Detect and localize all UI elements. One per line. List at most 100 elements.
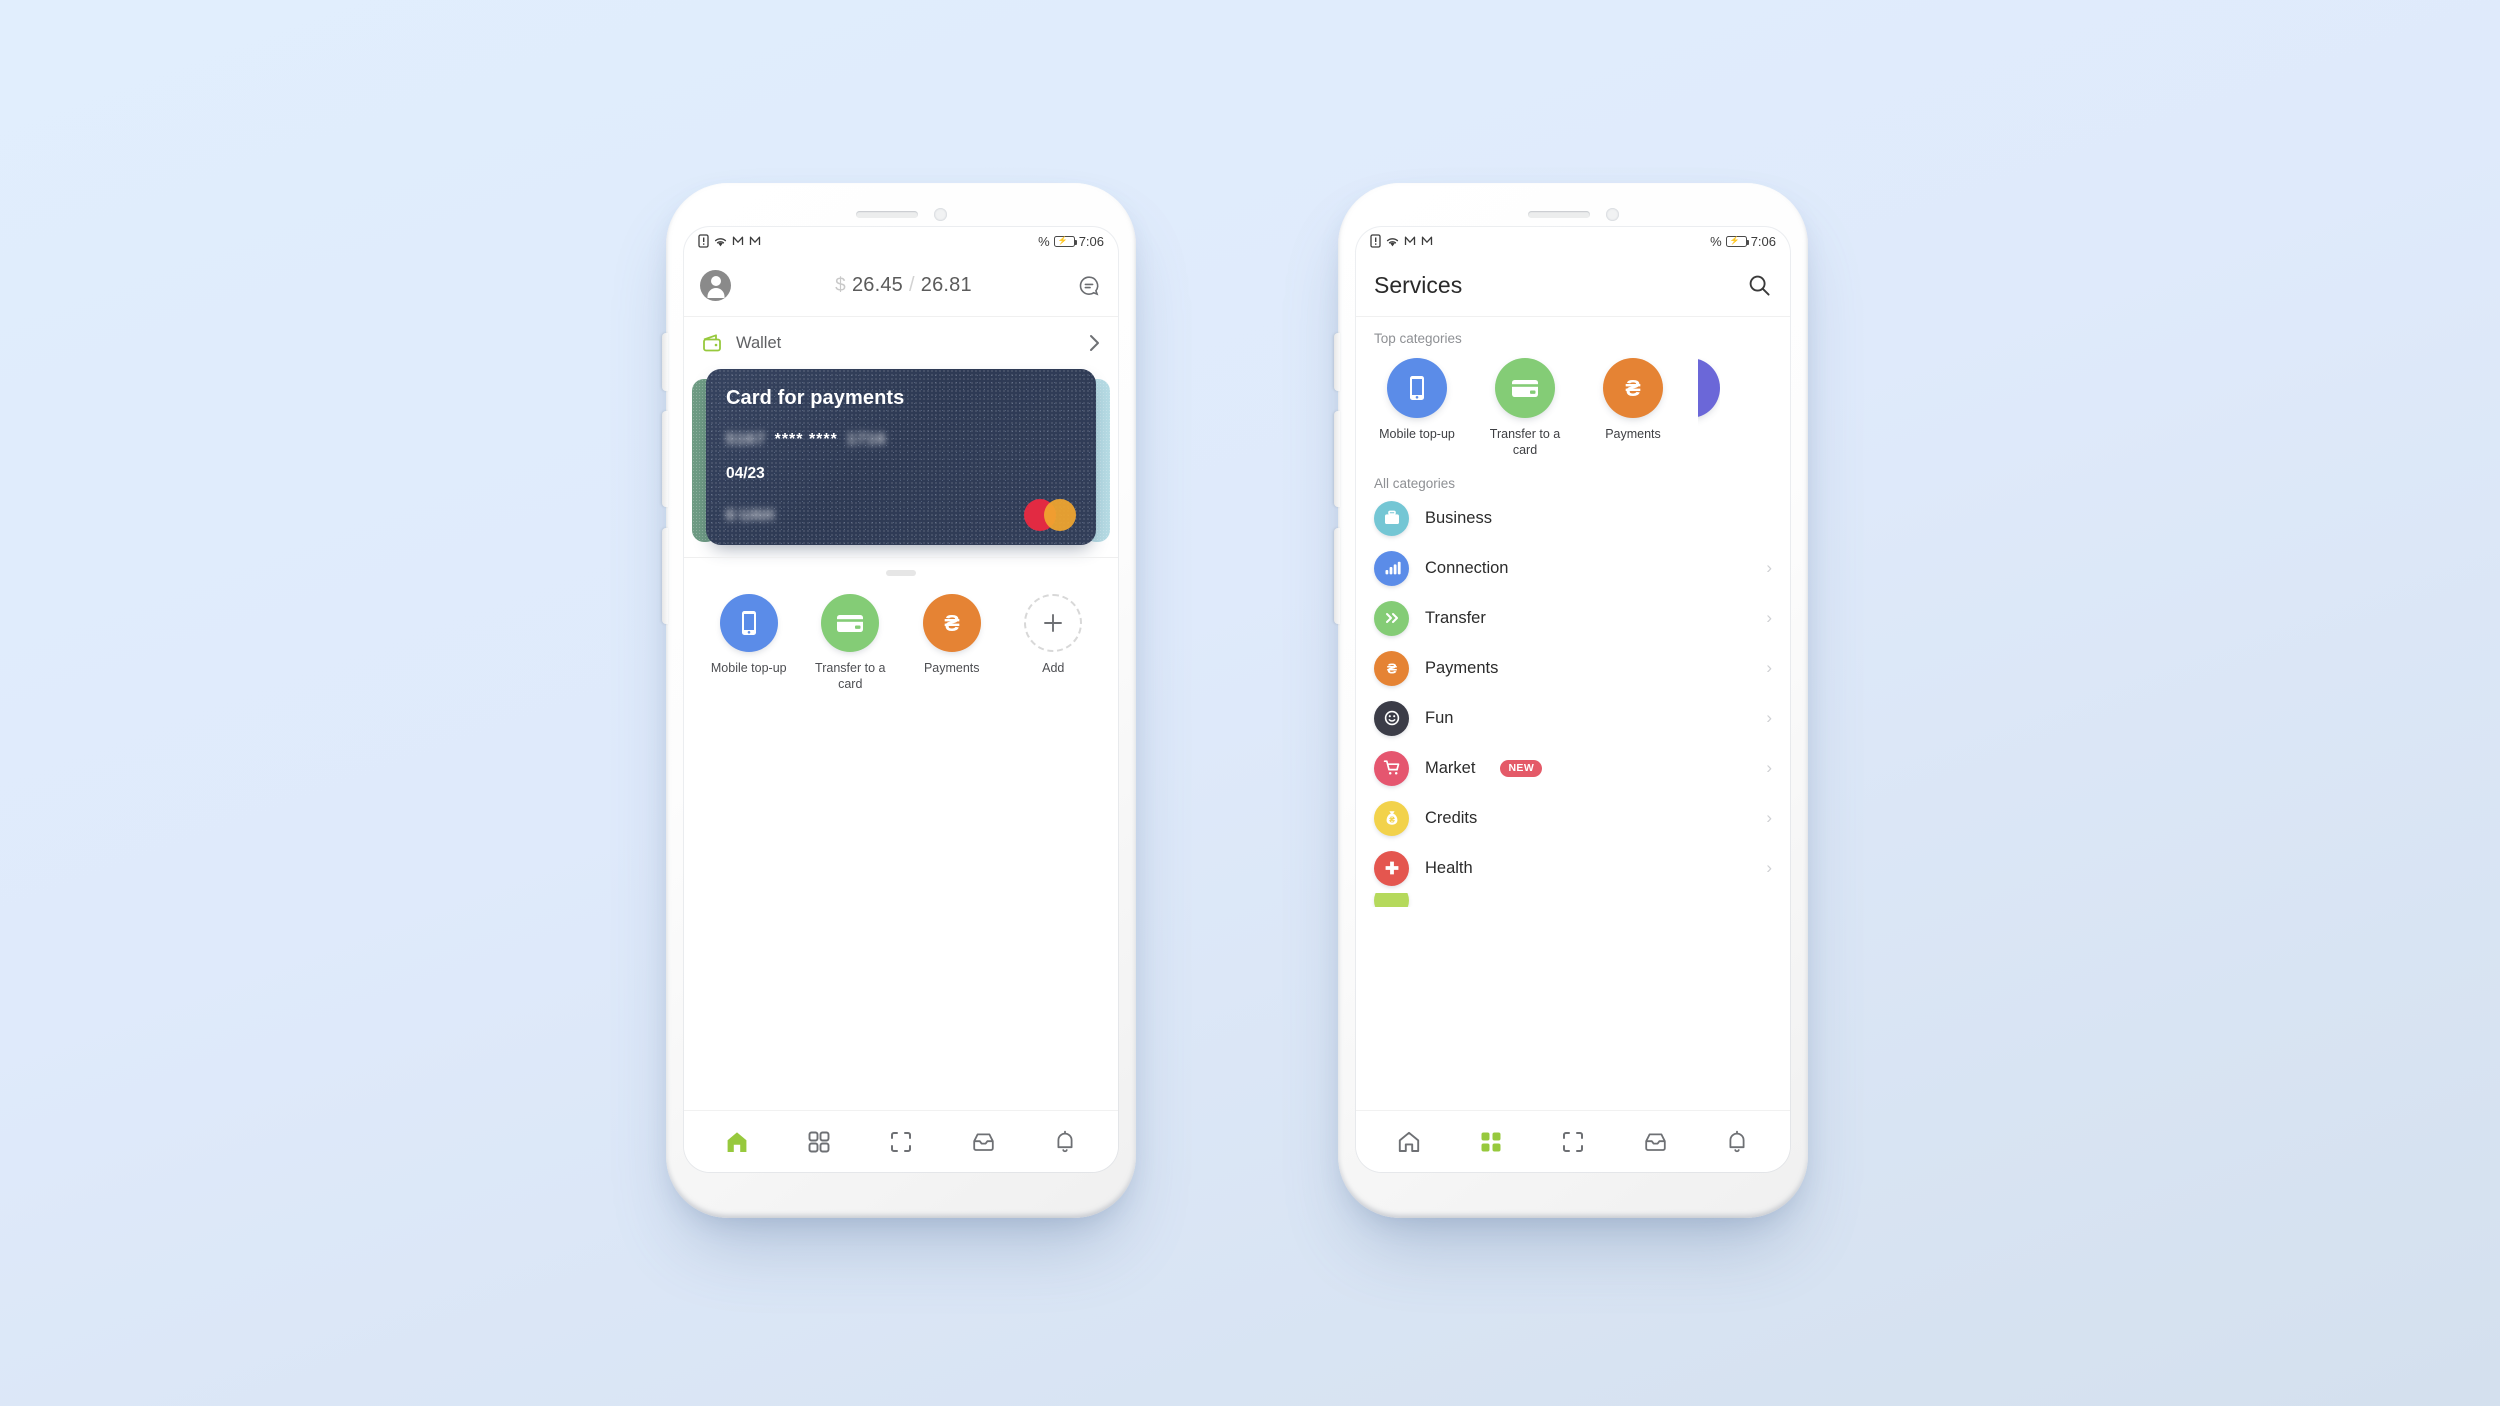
briefcase-icon xyxy=(1374,500,1409,536)
chevron-right-icon: › xyxy=(1766,658,1772,678)
quick-actions-row: Mobile top-up Transfer to a card ₴ Payme… xyxy=(684,576,1118,692)
currency-symbol: $ xyxy=(835,275,846,296)
category-row-business[interactable]: Business xyxy=(1356,493,1790,543)
phone-side-button-volume-down[interactable] xyxy=(1334,528,1340,624)
category-row-connection[interactable]: Connection › xyxy=(1356,543,1790,593)
quick-action-transfer-to-a-card[interactable]: Transfer to a card xyxy=(808,594,892,692)
top-category-label: Mobile top-up xyxy=(1379,427,1455,441)
mobile-data-m-icon-2 xyxy=(749,235,762,247)
medical-cross-icon xyxy=(1374,850,1409,886)
partial-category-icon xyxy=(1374,893,1409,908)
currency-rate[interactable]: $ 26.45 / 26.81 xyxy=(835,274,972,297)
nav-scan[interactable] xyxy=(1553,1122,1593,1162)
phone-side-button-mute[interactable] xyxy=(662,333,668,391)
status-bar-time: 7:06 xyxy=(1078,233,1104,249)
quick-action-add[interactable]: Add xyxy=(1011,594,1095,677)
quick-actions-sheet: Mobile top-up Transfer to a card ₴ Payme… xyxy=(684,557,1118,1110)
nav-home[interactable] xyxy=(717,1122,757,1162)
phone-side-button-mute[interactable] xyxy=(1334,333,1340,391)
quick-action-label: Payments xyxy=(923,661,980,675)
wifi-icon xyxy=(713,235,728,248)
quick-action-mobile-top-up[interactable]: Mobile top-up xyxy=(707,594,791,677)
nav-home[interactable] xyxy=(1389,1122,1429,1162)
category-row-fun[interactable]: Fun › xyxy=(1356,693,1790,743)
category-row-health[interactable]: Health › xyxy=(1356,843,1790,893)
top-category-next-partial[interactable] xyxy=(1698,358,1720,458)
front-camera xyxy=(933,207,947,221)
phone-earpiece-row xyxy=(666,207,1136,221)
earpiece-speaker xyxy=(1527,210,1590,218)
nav-services[interactable] xyxy=(1471,1122,1511,1162)
category-label: Business xyxy=(1425,508,1492,527)
avatar[interactable] xyxy=(700,270,731,301)
page-title: Services xyxy=(1374,272,1463,298)
screen-services: % ⚡ 7:06 Services Top categories Mobile … xyxy=(1356,227,1790,1172)
nav-services[interactable] xyxy=(799,1122,839,1162)
category-row-market[interactable]: Market NEW › xyxy=(1356,743,1790,793)
money-bag-icon: ₴ xyxy=(1374,800,1409,836)
search-icon[interactable] xyxy=(1747,273,1772,298)
hryvnia-icon: ₴ xyxy=(1603,358,1663,418)
svg-text:₴: ₴ xyxy=(944,610,959,636)
category-row-next-partial[interactable] xyxy=(1356,893,1790,908)
category-label: Fun xyxy=(1425,708,1454,727)
mobile-data-m-icon-1 xyxy=(732,235,745,247)
quick-action-payments[interactable]: ₴ Payments xyxy=(910,594,994,677)
category-row-transfer[interactable]: Transfer › xyxy=(1356,593,1790,643)
category-row-payments[interactable]: ₴ Payments › xyxy=(1356,643,1790,693)
nav-inbox[interactable] xyxy=(963,1122,1003,1162)
wallet-label: Wallet xyxy=(736,333,782,352)
phone-device-left: % ⚡ 7:06 $ 26.45 / 26.81 Wallet Card for… xyxy=(662,183,1136,1218)
battery-percent-symbol: % xyxy=(1038,233,1050,249)
category-label: Connection xyxy=(1425,558,1509,577)
phone-side-button-volume-down[interactable] xyxy=(662,528,668,624)
phone-side-button-volume-up[interactable] xyxy=(1334,411,1340,507)
earpiece-speaker xyxy=(855,210,918,218)
battery-charging-icon: ⚡ xyxy=(1725,235,1750,247)
nav-scan[interactable] xyxy=(881,1122,921,1162)
battery-charging-icon: ⚡ xyxy=(1053,235,1078,247)
top-category-transfer-to-a-card[interactable]: Transfer to a card xyxy=(1482,358,1568,458)
payment-card[interactable]: Card for payments 5167 **** **** 1716 04… xyxy=(706,369,1096,545)
battery-percent-symbol: % xyxy=(1710,233,1722,249)
nav-inbox[interactable] xyxy=(1635,1122,1675,1162)
nav-notifications[interactable] xyxy=(1717,1122,1757,1162)
wallet-row[interactable]: Wallet xyxy=(684,317,1118,369)
top-categories-row[interactable]: Mobile top-up Transfer to a card ₴ Payme… xyxy=(1356,346,1790,462)
svg-text:₴: ₴ xyxy=(1389,815,1395,825)
wifi-icon xyxy=(1385,235,1400,248)
smiley-icon xyxy=(1374,700,1409,736)
top-category-mobile-top-up[interactable]: Mobile top-up xyxy=(1374,358,1460,458)
top-category-payments[interactable]: ₴ Payments xyxy=(1590,358,1676,458)
front-camera xyxy=(1605,207,1619,221)
status-bar-time: 7:06 xyxy=(1750,233,1776,249)
services-header: Services xyxy=(1356,255,1790,317)
category-label: Credits xyxy=(1425,808,1478,827)
phone-side-button-volume-up[interactable] xyxy=(662,411,668,507)
svg-text:₴: ₴ xyxy=(1386,661,1396,678)
shopping-cart-icon xyxy=(1374,750,1409,786)
category-list[interactable]: Business Connection › Transfer › ₴ Payme… xyxy=(1356,491,1790,1110)
status-bar: % ⚡ 7:06 xyxy=(684,227,1118,255)
nav-notifications[interactable] xyxy=(1045,1122,1085,1162)
double-chevron-icon xyxy=(1374,600,1409,636)
credit-card-icon xyxy=(1495,358,1555,418)
category-row-credits[interactable]: ₴ Credits › xyxy=(1356,793,1790,843)
svg-text:₴: ₴ xyxy=(1625,375,1640,401)
chevron-right-icon: › xyxy=(1766,858,1772,878)
wallet-icon xyxy=(701,332,725,354)
phone-icon xyxy=(1387,358,1447,418)
phone-earpiece-row xyxy=(1338,207,1808,221)
phone-device-right: % ⚡ 7:06 Services Top categories Mobile … xyxy=(1334,183,1808,1218)
rate-separator: / xyxy=(909,274,915,296)
chevron-right-icon: › xyxy=(1766,558,1772,578)
quick-action-label: Mobile top-up xyxy=(710,661,787,675)
card-carousel[interactable]: Card for payments 5167 **** **** 1716 04… xyxy=(684,369,1118,557)
plus-icon xyxy=(1024,594,1083,652)
bottom-navigation-bar xyxy=(1356,1110,1790,1172)
chevron-right-icon: › xyxy=(1766,758,1772,778)
all-categories-label: All categories xyxy=(1374,476,1456,492)
top-category-label: Payments xyxy=(1605,427,1661,441)
mobile-data-m-icon-2 xyxy=(1421,235,1434,247)
chat-search-icon[interactable] xyxy=(1076,273,1102,299)
